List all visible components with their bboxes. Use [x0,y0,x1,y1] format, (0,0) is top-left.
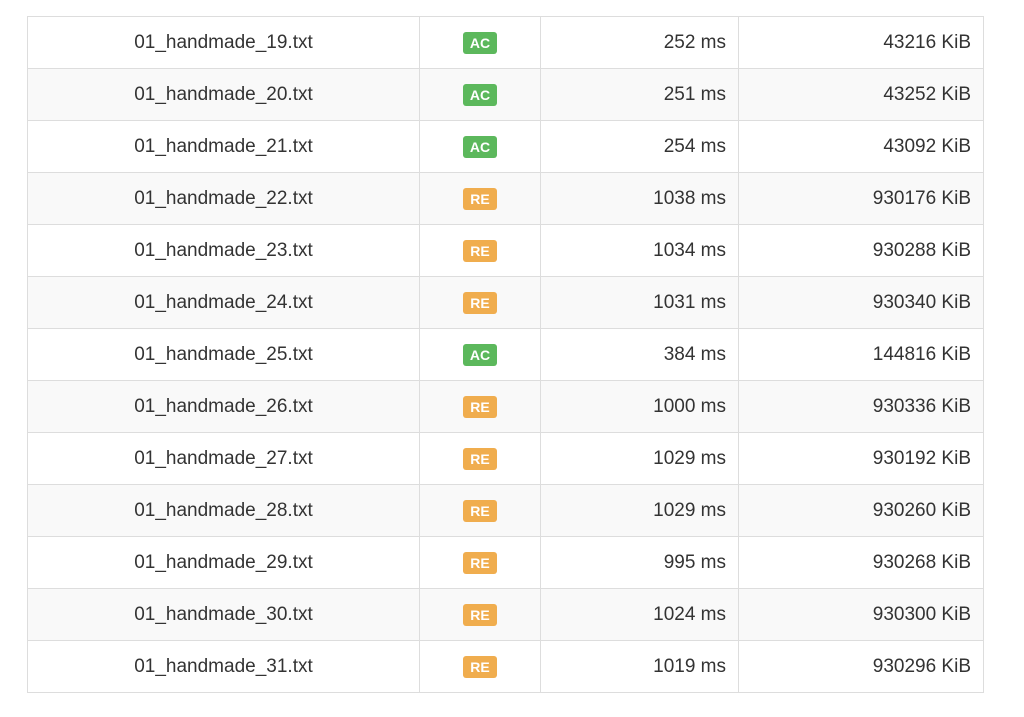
table-row: 01_handmade_20.txt AC 251 ms 43252 KiB [27,68,984,121]
status-cell: RE [419,536,541,589]
status-cell: RE [419,640,541,693]
table-row: 01_handmade_21.txt AC 254 ms 43092 KiB [27,120,984,173]
table-row: 01_handmade_27.txt RE 1029 ms 930192 KiB [27,432,984,485]
status-badge: RE [463,239,497,262]
memory-usage: 144816 KiB [738,328,984,381]
exec-time: 1019 ms [540,640,739,693]
status-cell: AC [419,16,541,69]
test-case-name: 01_handmade_29.txt [27,536,420,589]
table-row: 01_handmade_23.txt RE 1034 ms 930288 KiB [27,224,984,277]
status-badge: RE [463,499,497,522]
status-badge: RE [463,655,497,678]
table-row: 01_handmade_25.txt AC 384 ms 144816 KiB [27,328,984,381]
test-case-name: 01_handmade_31.txt [27,640,420,693]
exec-time: 252 ms [540,16,739,69]
memory-usage: 930192 KiB [738,432,984,485]
status-badge: AC [463,135,497,158]
memory-usage: 43092 KiB [738,120,984,173]
table-row: 01_handmade_29.txt RE 995 ms 930268 KiB [27,536,984,589]
status-badge: RE [463,395,497,418]
status-badge: AC [463,31,497,54]
status-badge: RE [463,447,497,470]
status-badge: AC [463,83,497,106]
test-case-name: 01_handmade_20.txt [27,68,420,121]
status-cell: AC [419,328,541,381]
test-results-body: 01_handmade_19.txt AC 252 ms 43216 KiB 01_ha… [27,16,984,693]
test-case-name: 01_handmade_23.txt [27,224,420,277]
table-row: 01_handmade_30.txt RE 1024 ms 930300 KiB [27,588,984,641]
memory-usage: 930300 KiB [738,588,984,641]
memory-usage: 43252 KiB [738,68,984,121]
status-cell: AC [419,120,541,173]
status-badge: RE [463,187,497,210]
status-cell: RE [419,380,541,433]
memory-usage: 930260 KiB [738,484,984,537]
test-case-name: 01_handmade_30.txt [27,588,420,641]
table-row: 01_handmade_28.txt RE 1029 ms 930260 KiB [27,484,984,537]
status-badge: RE [463,551,497,574]
memory-usage: 930340 KiB [738,276,984,329]
status-cell: RE [419,172,541,225]
memory-usage: 43216 KiB [738,16,984,69]
exec-time: 995 ms [540,536,739,589]
memory-usage: 930336 KiB [738,380,984,433]
table-row: 01_handmade_22.txt RE 1038 ms 930176 KiB [27,172,984,225]
memory-usage: 930176 KiB [738,172,984,225]
test-case-name: 01_handmade_27.txt [27,432,420,485]
exec-time: 254 ms [540,120,739,173]
test-case-name: 01_handmade_25.txt [27,328,420,381]
table-row: 01_handmade_31.txt RE 1019 ms 930296 KiB [27,640,984,693]
exec-time: 1000 ms [540,380,739,433]
exec-time: 1029 ms [540,484,739,537]
test-case-name: 01_handmade_19.txt [27,16,420,69]
table-row: 01_handmade_26.txt RE 1000 ms 930336 KiB [27,380,984,433]
exec-time: 1038 ms [540,172,739,225]
exec-time: 251 ms [540,68,739,121]
test-results-table: 01_handmade_19.txt AC 252 ms 43216 KiB 01_ha… [27,16,984,693]
exec-time: 1034 ms [540,224,739,277]
test-case-name: 01_handmade_21.txt [27,120,420,173]
test-case-name: 01_handmade_26.txt [27,380,420,433]
status-badge: RE [463,603,497,626]
memory-usage: 930296 KiB [738,640,984,693]
test-case-name: 01_handmade_24.txt [27,276,420,329]
status-cell: RE [419,276,541,329]
table-row: 01_handmade_19.txt AC 252 ms 43216 KiB [27,16,984,69]
status-cell: RE [419,588,541,641]
test-case-name: 01_handmade_22.txt [27,172,420,225]
memory-usage: 930288 KiB [738,224,984,277]
exec-time: 1031 ms [540,276,739,329]
table-row: 01_handmade_24.txt RE 1031 ms 930340 KiB [27,276,984,329]
status-cell: AC [419,68,541,121]
exec-time: 1024 ms [540,588,739,641]
status-cell: RE [419,224,541,277]
test-case-name: 01_handmade_28.txt [27,484,420,537]
memory-usage: 930268 KiB [738,536,984,589]
exec-time: 384 ms [540,328,739,381]
status-cell: RE [419,432,541,485]
status-cell: RE [419,484,541,537]
status-badge: AC [463,343,497,366]
exec-time: 1029 ms [540,432,739,485]
status-badge: RE [463,291,497,314]
